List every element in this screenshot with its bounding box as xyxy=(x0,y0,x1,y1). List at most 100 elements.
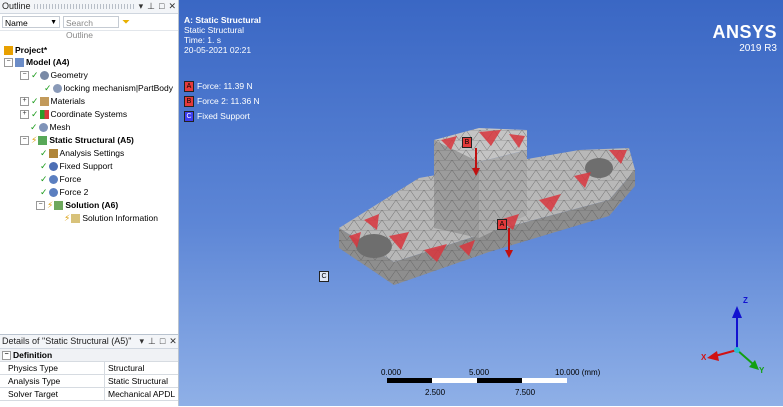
force-icon xyxy=(48,187,58,197)
check-icon: ✓ xyxy=(31,108,39,119)
details-key: Analysis Type xyxy=(0,375,105,387)
scale-label: 0.000 xyxy=(381,368,402,377)
collapse-icon[interactable]: − xyxy=(20,135,29,145)
scale-segment xyxy=(477,378,522,383)
collapse-icon[interactable]: − xyxy=(36,200,45,210)
tree-item-static-structural[interactable]: − ⚡ Static Structural (A5) xyxy=(20,134,134,146)
tree-label: Fixed Support xyxy=(59,161,113,171)
scale-segment xyxy=(387,378,432,383)
check-icon: ✓ xyxy=(44,82,52,93)
panel-grip[interactable] xyxy=(33,4,134,9)
details-value: Structural xyxy=(108,363,145,373)
pin-icon[interactable]: ⊥ xyxy=(148,335,156,348)
tree-item-force2[interactable]: ✓ Force 2 xyxy=(40,186,88,198)
check-icon: ✓ xyxy=(40,173,48,184)
outline-title-bar: Outline ▾ ⊥ □ ✕ xyxy=(0,0,178,14)
check-icon: ✓ xyxy=(40,186,48,197)
force-a-arrowhead xyxy=(505,250,513,258)
details-key: Solver Target xyxy=(0,388,105,400)
details-row[interactable]: Physics Type Structural xyxy=(0,362,178,375)
model-tag-b[interactable]: B xyxy=(462,137,472,148)
tree-label: locking mechanism|PartBody xyxy=(63,83,173,93)
materials-icon xyxy=(39,96,49,106)
tree-item-materials[interactable]: + ✓ Materials xyxy=(20,95,85,107)
tree-item-analysis-settings[interactable]: ✓ Analysis Settings xyxy=(40,147,124,159)
triad-z-head xyxy=(732,306,742,318)
section-label: Definition xyxy=(13,350,53,360)
check-icon: ✓ xyxy=(40,160,48,171)
details-value: Mechanical APDL xyxy=(108,389,176,399)
maximize-icon[interactable]: □ xyxy=(160,335,165,348)
maximize-icon[interactable]: □ xyxy=(159,0,164,13)
left-panel: Outline ▾ ⊥ □ ✕ Name ▼ Search Outline ⏷ … xyxy=(0,0,179,407)
expand-icon[interactable]: + xyxy=(20,109,29,119)
lightning-icon: ⚡ xyxy=(64,212,71,223)
tree-item-project[interactable]: Project* xyxy=(4,44,47,56)
scale-label: 2.500 xyxy=(425,388,446,397)
close-icon[interactable]: ✕ xyxy=(168,0,176,13)
fixed-support-icon xyxy=(48,161,58,171)
graphics-viewport[interactable]: A: Static Structural Static Structural T… xyxy=(179,0,783,406)
model-tag-c[interactable]: C xyxy=(319,271,329,282)
force-icon xyxy=(48,174,58,184)
close-icon[interactable]: ✕ xyxy=(169,335,177,348)
collapse-icon[interactable]: − xyxy=(20,70,29,80)
left-hole xyxy=(356,234,392,258)
tree-label: Force xyxy=(59,174,82,184)
filter-icon[interactable]: ⏷ xyxy=(122,17,130,28)
tree-item-solution[interactable]: − ⚡ Solution (A6) xyxy=(36,199,118,211)
expand-icon[interactable]: + xyxy=(20,96,29,106)
solution-icon xyxy=(54,200,64,210)
tree-label: Project* xyxy=(15,45,48,55)
mesh-icon xyxy=(38,122,48,132)
check-icon: ✓ xyxy=(31,69,39,80)
pin-icon[interactable]: ⊥ xyxy=(147,0,155,13)
body-icon xyxy=(52,83,62,93)
triad-x-head xyxy=(707,351,719,361)
tree-label: Model (A4) xyxy=(26,57,70,67)
tree-label: Static Structural (A5) xyxy=(49,135,134,145)
triad-z-label: Z xyxy=(743,296,748,305)
outline-toolbar: Name ▼ Search Outline ⏷ xyxy=(0,14,178,40)
lightning-icon: ⚡ xyxy=(31,134,38,145)
tree-label: Coordinate Systems xyxy=(50,109,128,119)
coordinate-systems-icon xyxy=(39,109,49,119)
tree-label: Materials xyxy=(50,96,86,106)
tree-label: Mesh xyxy=(49,122,71,132)
tree-label: Solution Information xyxy=(82,213,158,223)
check-icon: ✓ xyxy=(40,147,48,158)
tree-item-model[interactable]: − Model (A4) xyxy=(4,56,69,68)
tree-item-coordinate-systems[interactable]: + ✓ Coordinate Systems xyxy=(20,108,127,120)
details-row[interactable]: Analysis Type Static Structural xyxy=(0,375,178,388)
tree-item-mesh[interactable]: ✓ Mesh xyxy=(30,121,70,133)
scale-label: 7.500 xyxy=(515,388,536,397)
tree-item-fixed-support[interactable]: ✓ Fixed Support xyxy=(40,160,112,172)
details-title-bar: Details of "Static Structural (A5)" ▾ ⊥ … xyxy=(0,335,178,349)
model-icon xyxy=(15,57,24,67)
tree-item-force[interactable]: ✓ Force xyxy=(40,173,81,185)
details-section-definition[interactable]: − Definition xyxy=(0,349,178,362)
details-title: Details of "Static Structural (A5)" xyxy=(2,336,132,346)
model-tag-a[interactable]: A xyxy=(497,219,507,230)
tree-item-partbody[interactable]: ✓ locking mechanism|PartBody xyxy=(44,82,173,94)
details-value: Static Structural xyxy=(108,376,168,386)
name-filter-value: Name xyxy=(5,18,28,28)
tree-item-geometry[interactable]: − ✓ Geometry xyxy=(20,69,88,81)
scale-segment xyxy=(432,378,477,383)
collapse-icon[interactable]: − xyxy=(4,57,13,67)
analysis-settings-icon xyxy=(48,148,58,158)
check-icon: ✓ xyxy=(31,95,39,106)
triad-x-axis xyxy=(714,349,738,357)
details-row[interactable]: Solver Target Mechanical APDL xyxy=(0,388,178,401)
triad-origin xyxy=(734,347,740,353)
tree-item-solution-information[interactable]: ⚡ Solution Information xyxy=(64,212,158,224)
model-render[interactable] xyxy=(179,0,783,406)
tree-label: Force 2 xyxy=(59,187,89,197)
collapse-icon[interactable]: − xyxy=(2,350,11,360)
static-structural-icon xyxy=(38,135,48,145)
search-outline-input[interactable]: Search Outline xyxy=(63,16,119,40)
dropdown-icon[interactable]: ▾ xyxy=(139,335,144,348)
details-panel: Details of "Static Structural (A5)" ▾ ⊥ … xyxy=(0,334,178,407)
dropdown-icon[interactable]: ▾ xyxy=(139,0,144,13)
name-filter-select[interactable]: Name ▼ xyxy=(2,16,60,28)
